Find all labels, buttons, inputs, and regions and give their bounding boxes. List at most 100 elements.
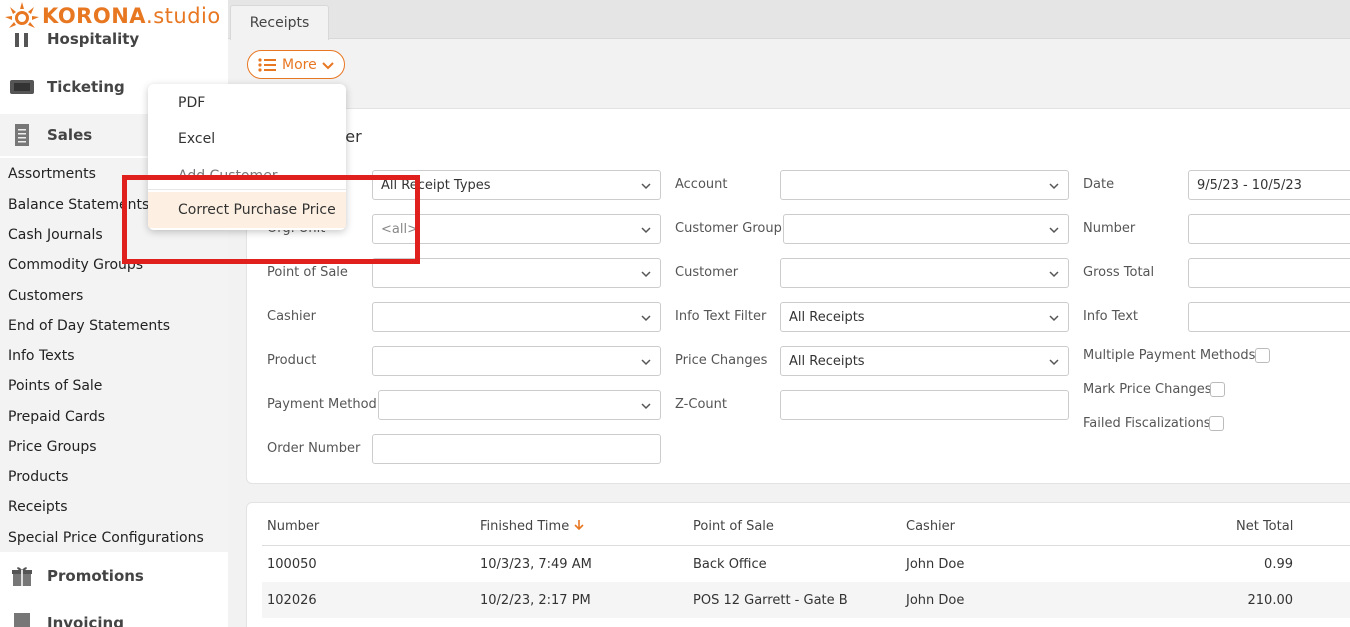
sidebar-item-special-price-configurations[interactable]: Special Price Configurations <box>8 530 204 546</box>
info-text-filter-select[interactable]: All Receipts <box>780 302 1069 332</box>
sidebar-item-info-texts[interactable]: Info Texts <box>8 348 75 364</box>
customer-label: Customer <box>675 265 739 280</box>
customer-select[interactable] <box>780 258 1069 288</box>
column-header-number[interactable]: Number <box>267 519 319 534</box>
chevron-down-icon <box>1049 183 1059 190</box>
sidebar-item-products[interactable]: Products <box>8 469 68 485</box>
cell-number: 102026 <box>267 593 317 608</box>
price-changes-label: Price Changes <box>675 353 768 368</box>
gross-total-label: Gross Total <box>1083 265 1155 280</box>
gift-icon <box>8 564 36 588</box>
chevron-down-icon <box>1049 359 1059 366</box>
gross-total-input[interactable] <box>1188 258 1350 288</box>
cell-net-total: 0.99 <box>1264 557 1293 572</box>
nav-section-label: Promotions <box>47 567 144 585</box>
cashier-select[interactable] <box>372 302 661 332</box>
nav-section-label: Invoicing <box>47 614 124 627</box>
account-label: Account <box>675 177 728 192</box>
brand-name: KORONA.studio <box>42 4 221 28</box>
chevron-down-icon <box>641 403 651 410</box>
column-header-point-of-sale[interactable]: Point of Sale <box>693 519 774 534</box>
cashier-label: Cashier <box>267 309 317 324</box>
nav-section-label: Sales <box>47 126 93 144</box>
chevron-down-icon <box>641 271 651 278</box>
nav-section-promotions[interactable]: Promotions <box>0 555 228 597</box>
receipts-table: Number Finished Time Point of Sale Cashi… <box>246 502 1350 627</box>
cell-finished-time: 10/3/23, 7:49 AM <box>480 557 592 572</box>
receipt-icon <box>8 123 36 147</box>
select-value: All Receipts <box>789 309 865 325</box>
account-select[interactable] <box>780 170 1069 200</box>
order-number-label: Order Number <box>267 441 361 456</box>
sidebar-item-price-groups[interactable]: Price Groups <box>8 439 97 455</box>
failed-fiscalizations-checkbox[interactable] <box>1209 416 1224 431</box>
info-text-filter-label: Info Text Filter <box>675 309 767 324</box>
highlight-annotation-box <box>122 175 420 264</box>
product-select[interactable] <box>372 346 661 376</box>
main-content: Receipts More ter All Receipt Types Org.… <box>228 0 1350 627</box>
table-row[interactable]: 102026 10/2/23, 2:17 PM POS 12 Garrett -… <box>262 582 1350 618</box>
column-header-cashier[interactable]: Cashier <box>906 519 955 534</box>
z-count-input[interactable] <box>780 390 1069 420</box>
sidebar-item-receipts[interactable]: Receipts <box>8 499 68 515</box>
sort-arrow-down-icon <box>574 520 584 531</box>
cell-point-of-sale: Back Office <box>693 557 767 572</box>
customer-group-select[interactable] <box>783 214 1069 244</box>
more-button-label: More <box>282 56 317 73</box>
cell-point-of-sale: POS 12 Garrett - Gate B <box>693 593 848 608</box>
column-header-finished-time[interactable]: Finished Time <box>480 519 585 534</box>
sidebar-item-prepaid-cards[interactable]: Prepaid Cards <box>8 409 105 425</box>
payment-method-select[interactable] <box>378 390 661 420</box>
info-text-input[interactable] <box>1188 302 1350 332</box>
nav-section-invoicing[interactable]: Invoicing <box>0 602 228 627</box>
order-number-input[interactable] <box>372 434 661 464</box>
date-label: Date <box>1083 177 1115 192</box>
filter-panel: ter All Receipt Types Org. Unit <all> Po… <box>246 108 1350 484</box>
chevron-down-icon <box>1049 315 1059 322</box>
multiple-payment-methods-label: Multiple Payment Methods <box>1083 348 1256 363</box>
number-label: Number <box>1083 221 1136 236</box>
list-icon <box>258 57 276 72</box>
nav-section-label: Ticketing <box>47 78 125 96</box>
mark-price-changes-checkbox[interactable] <box>1210 382 1225 397</box>
menu-item-pdf[interactable]: PDF <box>148 85 346 121</box>
customer-group-label: Customer Group <box>675 221 782 236</box>
chevron-down-icon <box>641 227 651 234</box>
sidebar-item-points-of-sale[interactable]: Points of Sale <box>8 378 102 394</box>
tab-bar: Receipts <box>228 0 1350 40</box>
cell-net-total: 210.00 <box>1247 593 1294 608</box>
column-header-net-total[interactable]: Net Total <box>1236 519 1293 534</box>
ticket-icon <box>8 75 36 99</box>
price-changes-select[interactable]: All Receipts <box>780 346 1069 376</box>
table-row[interactable]: 100050 10/3/23, 7:49 AM Back Office John… <box>262 546 1350 582</box>
chevron-down-icon <box>641 183 651 190</box>
chevron-down-icon <box>322 61 334 69</box>
chevron-down-icon <box>1049 271 1059 278</box>
sidebar-item-assortments[interactable]: Assortments <box>8 166 96 182</box>
chevron-down-icon <box>641 315 651 322</box>
tab-receipts[interactable]: Receipts <box>230 5 329 40</box>
failed-fiscalizations-label: Failed Fiscalizations <box>1083 416 1211 431</box>
product-label: Product <box>267 353 317 368</box>
mark-price-changes-label: Mark Price Changes <box>1083 382 1212 397</box>
cell-cashier: John Doe <box>906 593 965 608</box>
date-range-input[interactable]: 9/5/23 - 10/5/23 <box>1188 170 1350 200</box>
cell-finished-time: 10/2/23, 2:17 PM <box>480 593 591 608</box>
multiple-payment-methods-checkbox[interactable] <box>1255 348 1270 363</box>
column-header-label: Finished Time <box>480 519 570 534</box>
chevron-down-icon <box>1049 227 1059 234</box>
sun-logo-icon <box>5 2 39 28</box>
sidebar-item-end-of-day-statements[interactable]: End of Day Statements <box>8 318 170 334</box>
app-logo[interactable]: KORONA.studio <box>0 0 228 32</box>
menu-item-excel[interactable]: Excel <box>148 121 346 157</box>
chevron-down-icon <box>641 359 651 366</box>
more-button[interactable]: More <box>247 50 345 79</box>
payment-method-label: Payment Method <box>267 397 377 412</box>
sidebar-item-cash-journals[interactable]: Cash Journals <box>8 227 103 243</box>
input-value: 9/5/23 - 10/5/23 <box>1197 177 1302 193</box>
number-input[interactable] <box>1188 214 1350 244</box>
sidebar-item-customers[interactable]: Customers <box>8 288 83 304</box>
select-value: All Receipts <box>789 353 865 369</box>
invoice-icon <box>8 611 36 627</box>
cell-cashier: John Doe <box>906 557 965 572</box>
